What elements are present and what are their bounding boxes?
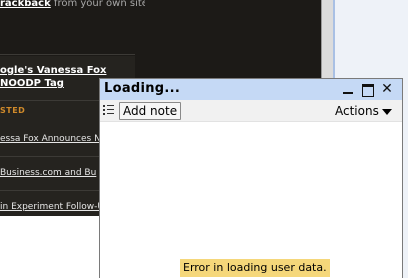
section-heading: STED [0,106,26,115]
page-scrollbar[interactable] [321,0,333,84]
actions-label: Actions [335,104,379,118]
minimize-icon[interactable] [341,82,355,96]
page-content-column [145,0,321,84]
widget-titlebar[interactable]: Loading... ✕ [100,79,402,100]
notes-widget-window: Loading... ✕ Add note Actions Error in l… [99,78,403,278]
trackback-link[interactable]: rackback [0,0,51,9]
maximize-icon[interactable] [360,82,374,97]
trackback-rest: from your own site. [50,0,145,9]
trackback-text: rackback from your own site. [0,0,145,9]
actions-dropdown[interactable]: Actions [335,104,392,118]
widget-content-area: Error in loading user data. [100,123,402,278]
widget-title: Loading... [104,81,181,96]
close-icon[interactable]: ✕ [380,82,394,96]
divider [0,54,135,55]
caret-down-icon [381,108,392,115]
add-note-button[interactable]: Add note [119,102,182,120]
error-message: Error in loading user data. [180,259,330,277]
widget-toolbar: Add note Actions [100,100,402,122]
list-icon[interactable] [103,104,114,116]
featured-post-line-1: ogle's Vanessa Fox [0,65,107,76]
